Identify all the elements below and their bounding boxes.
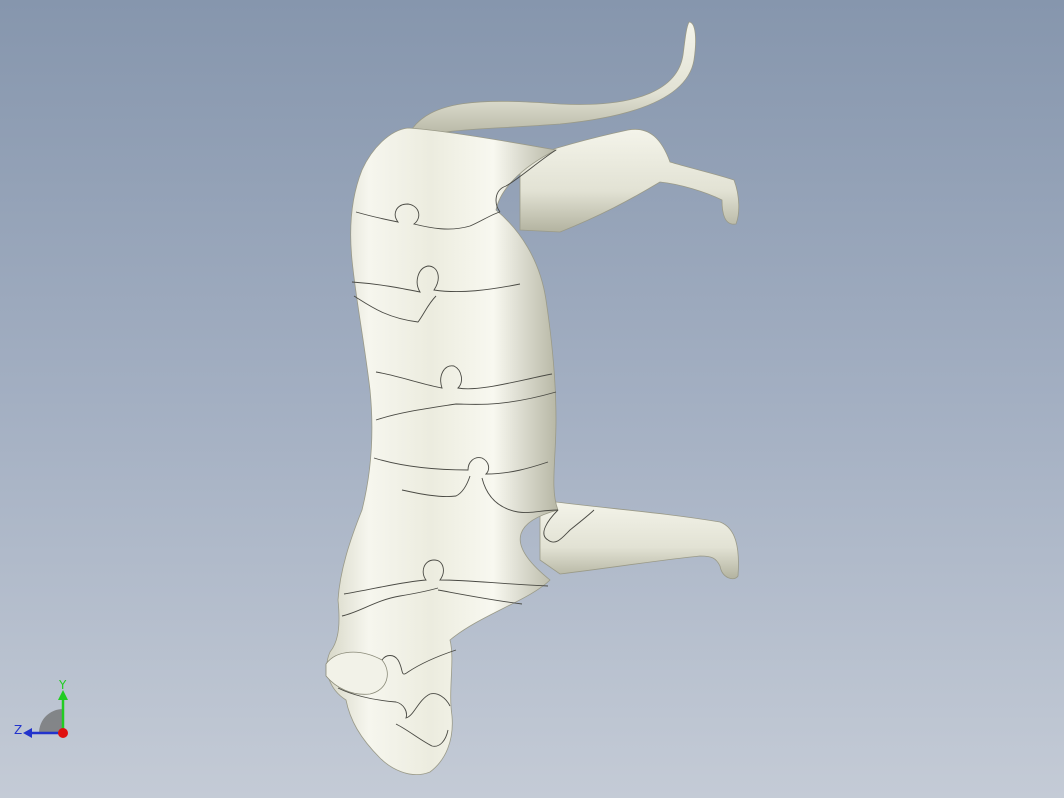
cat-puzzle-model[interactable]	[0, 0, 1064, 798]
z-axis-arrowhead	[23, 728, 32, 738]
triad-plane-indicator	[39, 709, 63, 733]
orientation-triad[interactable]: Y Z	[10, 676, 80, 746]
z-axis-label: Z	[14, 723, 22, 737]
y-axis-label: Y	[58, 678, 67, 692]
x-axis-dot	[58, 728, 68, 738]
lower-leg	[539, 499, 739, 580]
upper-leg	[519, 128, 740, 233]
tail	[409, 21, 696, 141]
3d-viewport[interactable]: Y Z	[0, 0, 1064, 798]
